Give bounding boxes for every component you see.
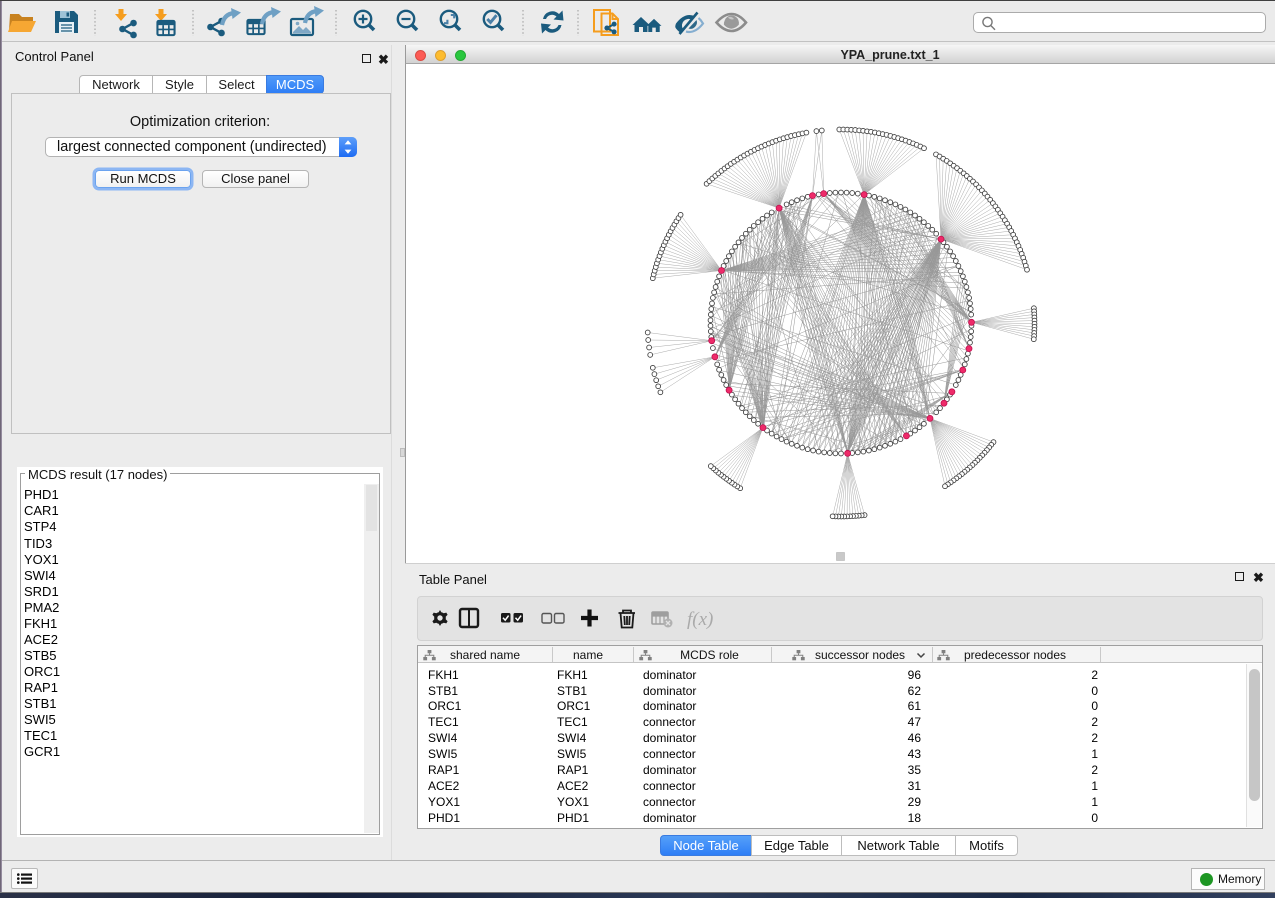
svg-text:f(x): f(x) [687,609,713,630]
